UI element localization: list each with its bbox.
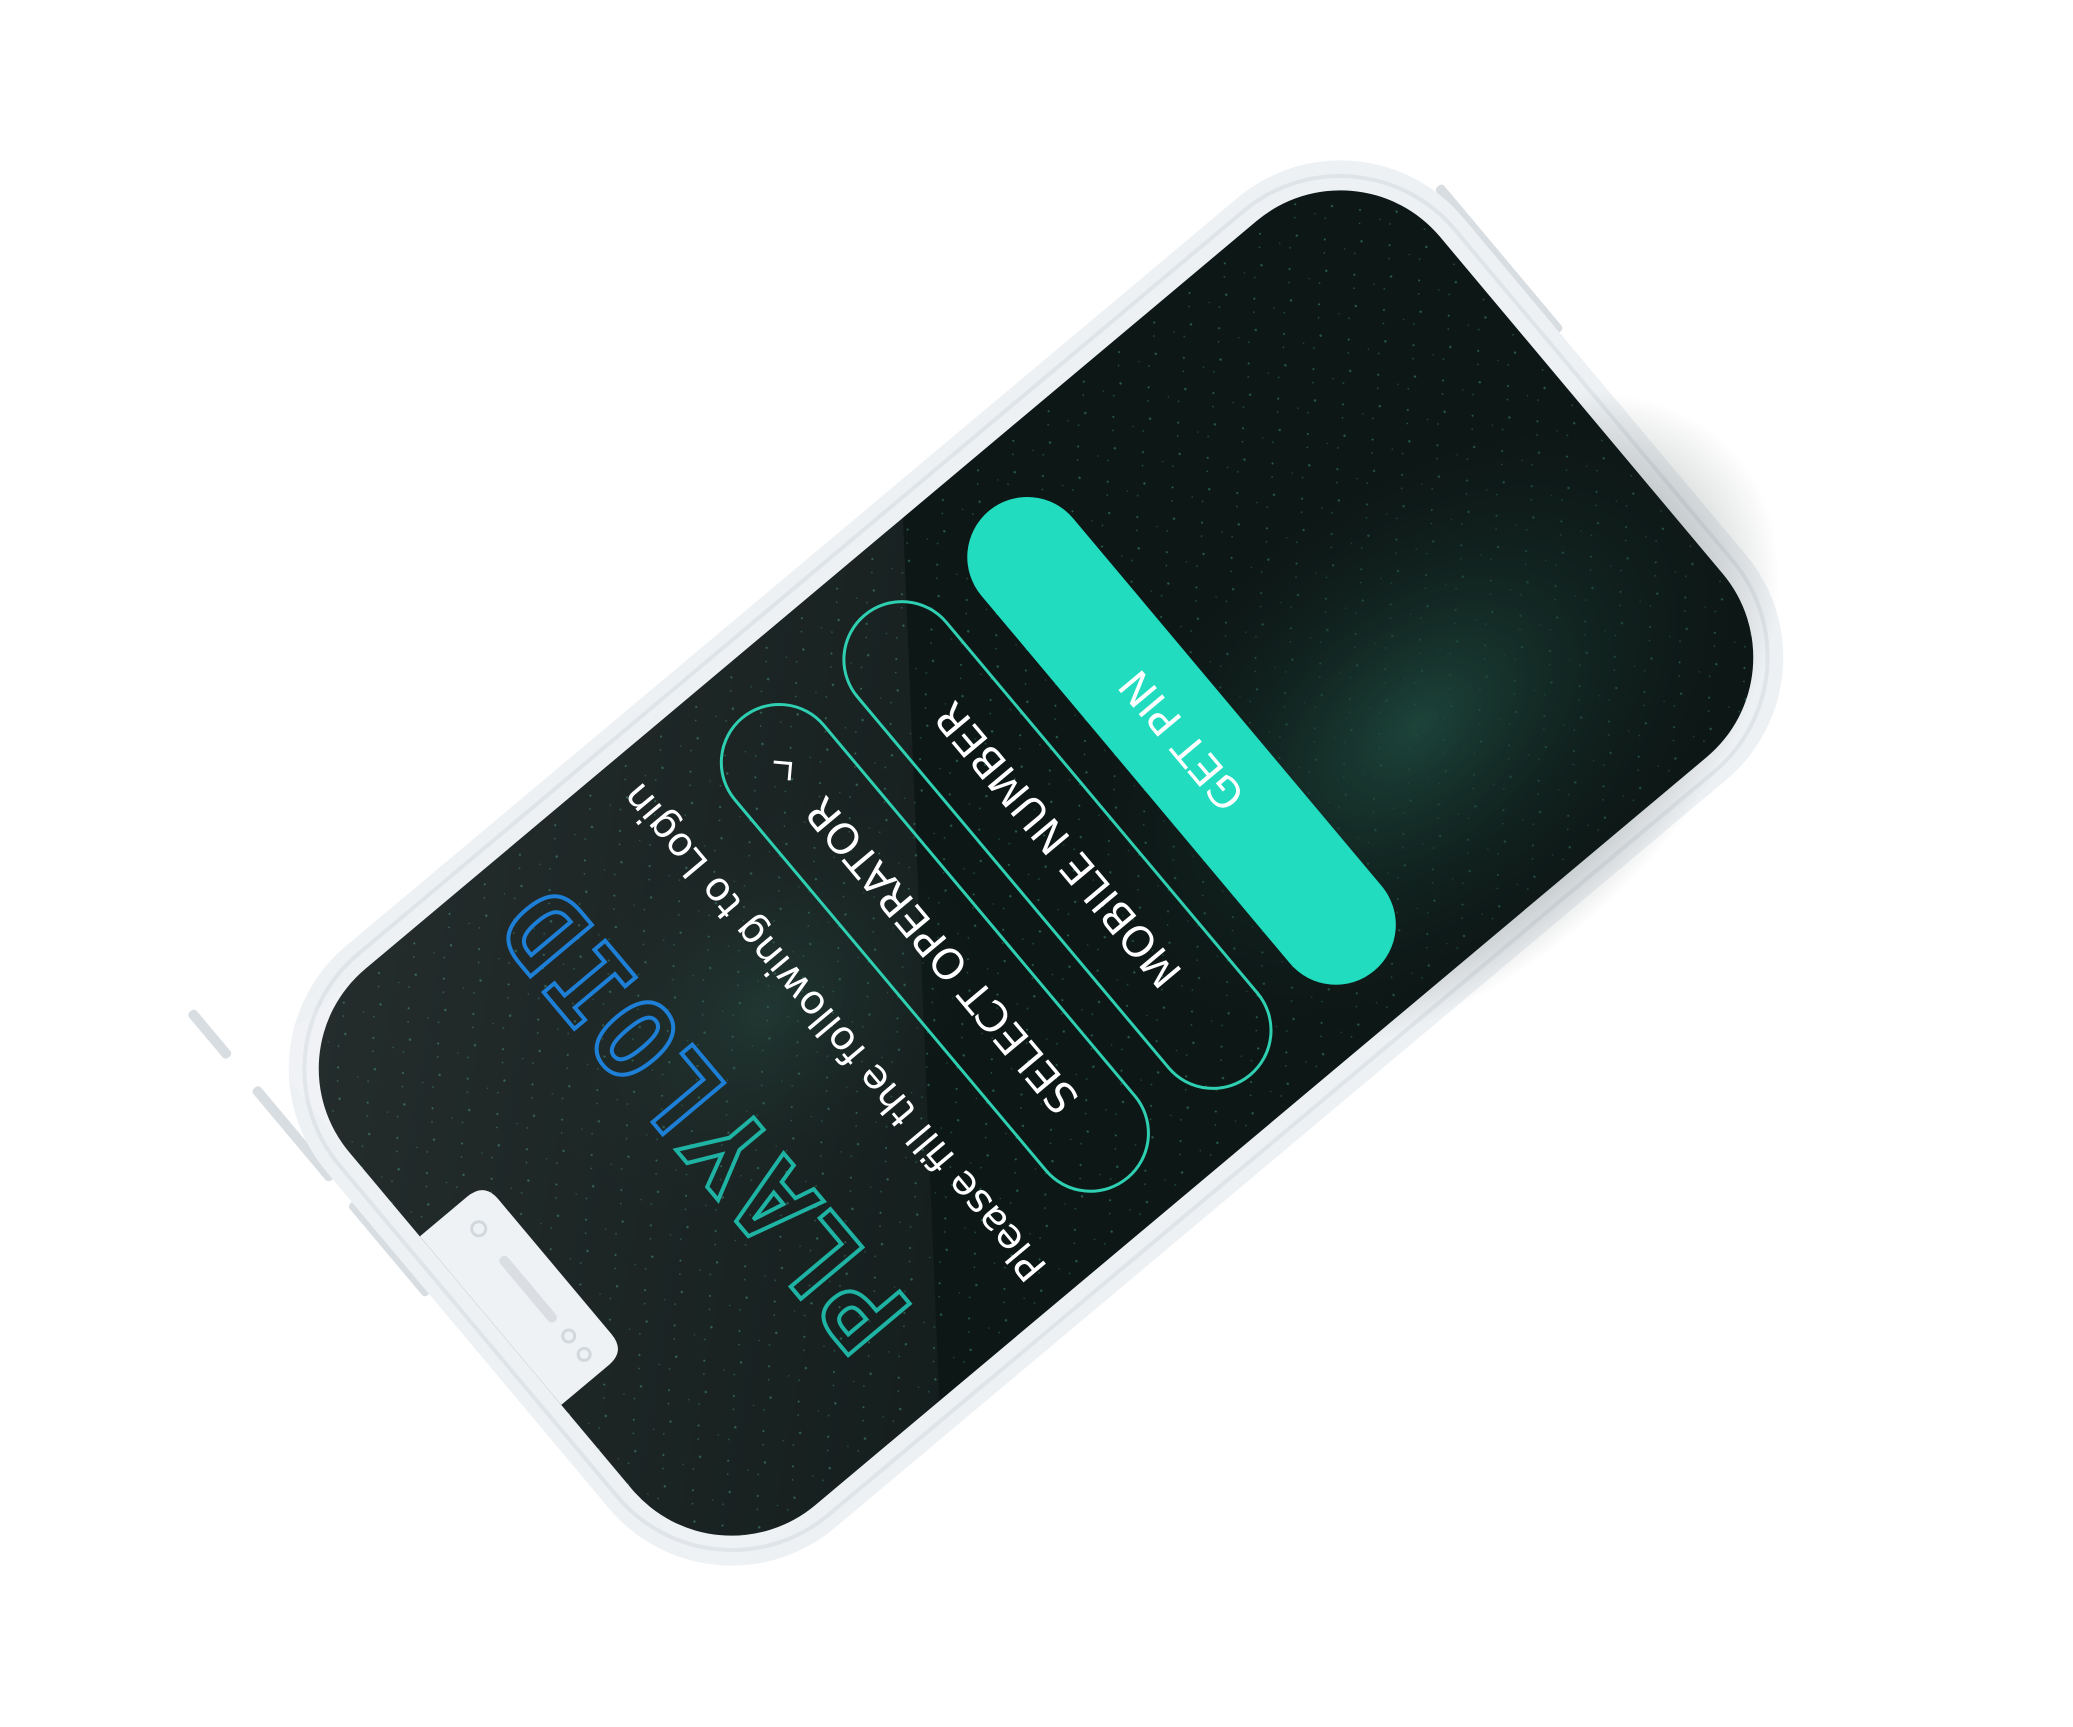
side-button (188, 1009, 232, 1059)
phone-mockup: PLAY LOID Please fill the following to L… (188, 160, 1784, 1589)
mockup-stage: PLAY LOID Please fill the following to L… (0, 0, 2073, 1727)
